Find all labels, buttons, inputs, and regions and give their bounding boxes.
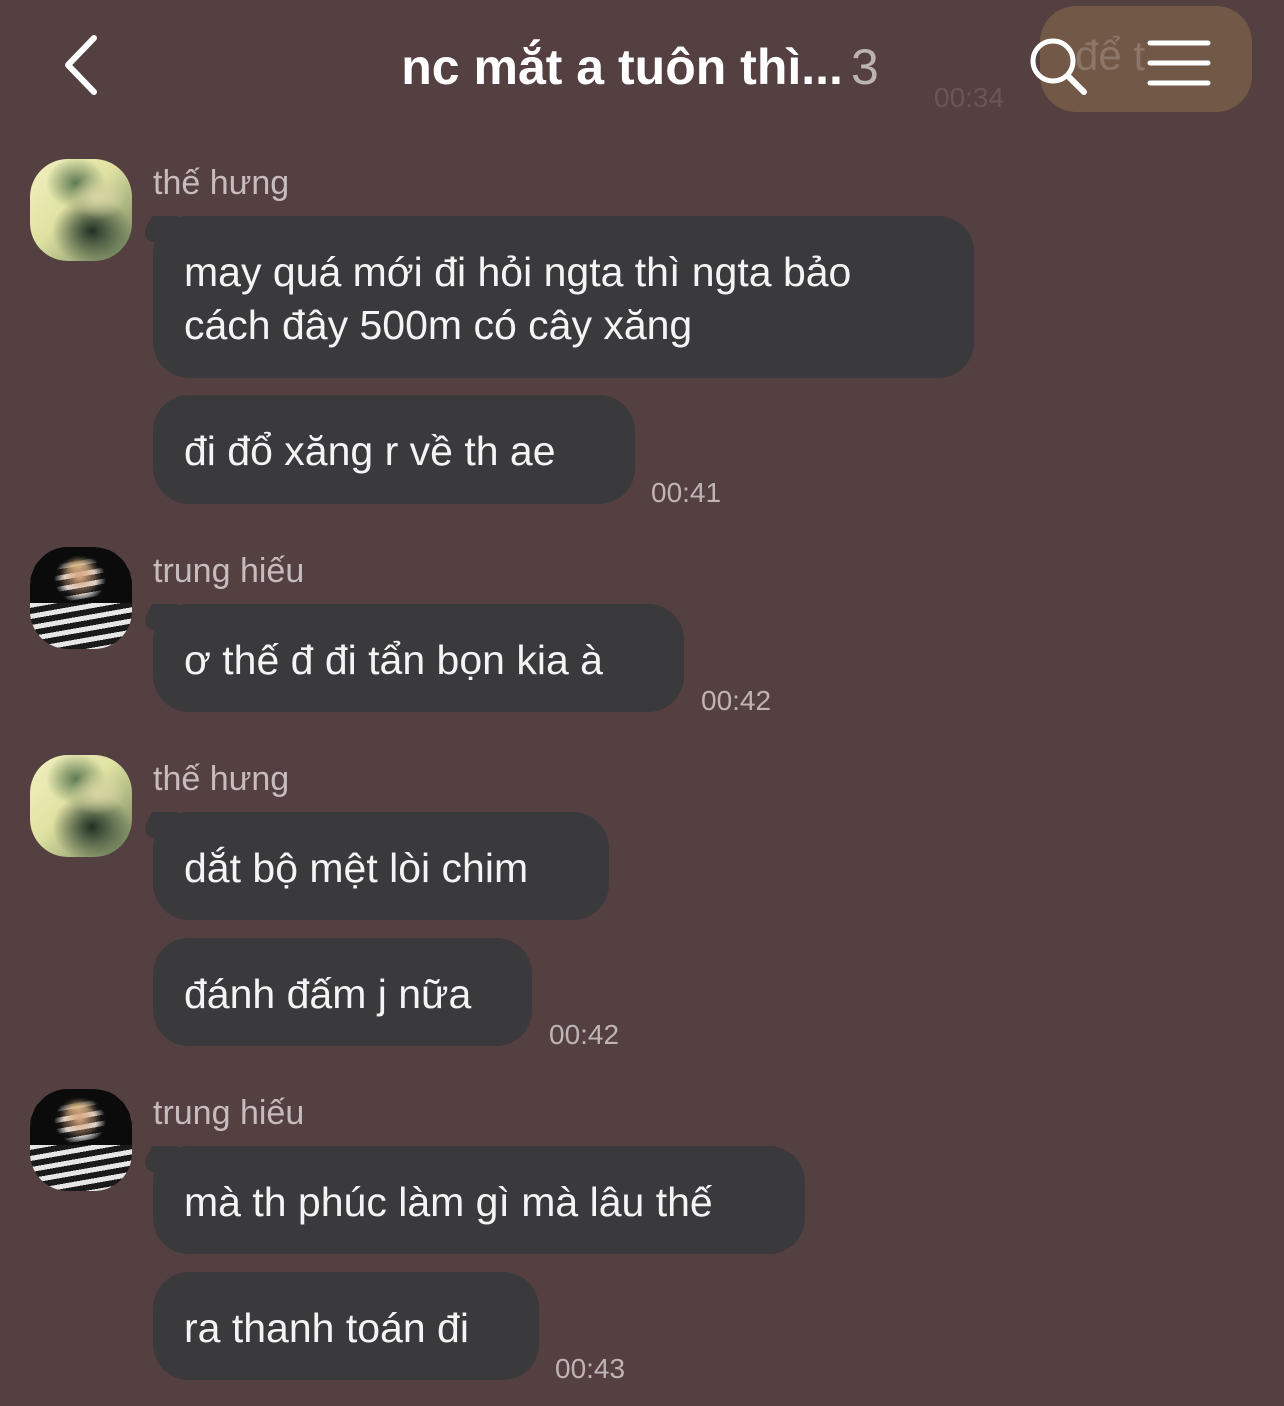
sender-name: trung hiếu: [153, 1094, 305, 1132]
menu-button[interactable]: [1146, 38, 1212, 88]
sender-name: thế hưng: [153, 164, 290, 202]
avatar-trung-hieu[interactable]: [30, 547, 132, 649]
message-time: 00:41: [651, 477, 722, 508]
chat-title: nc mắt a tuôn thì... 3: [300, 38, 980, 96]
message-bubble[interactable]: ơ thế đ đi tẩn bọn kia à: [153, 604, 684, 712]
search-icon: [1030, 38, 1087, 95]
message-time: 00:43: [555, 1353, 626, 1384]
chevron-left-icon: [65, 35, 97, 95]
hamburger-menu-icon: [1147, 40, 1211, 86]
chat-header: để t 00:34 nc mắt a tuôn thì... 3: [0, 0, 1284, 130]
avatar-the-hung[interactable]: [30, 159, 132, 261]
search-button[interactable]: [1026, 34, 1090, 98]
sender-name: trung hiếu: [153, 552, 305, 590]
avatar-trung-hieu[interactable]: [30, 1089, 132, 1191]
message-time: 00:42: [701, 685, 772, 716]
message-bubble[interactable]: mà th phúc làm gì mà lâu thế: [153, 1146, 805, 1254]
sender-name: thế hưng: [153, 760, 290, 798]
group-name: nc mắt a tuôn thì...: [401, 39, 843, 95]
message-bubble[interactable]: dắt bộ mệt lòi chim: [153, 812, 609, 920]
message-bubble[interactable]: may quá mới đi hỏi ngta thì ngta bảo các…: [153, 216, 974, 378]
back-button[interactable]: [52, 30, 116, 100]
message-bubble[interactable]: ra thanh toán đi: [153, 1272, 539, 1380]
avatar-the-hung[interactable]: [30, 755, 132, 857]
member-count: 3: [850, 39, 879, 95]
message-time: 00:42: [549, 1019, 620, 1050]
message-bubble[interactable]: đánh đấm j nữa: [153, 938, 532, 1046]
message-bubble[interactable]: đi đổ xăng r về th ae: [153, 395, 635, 504]
